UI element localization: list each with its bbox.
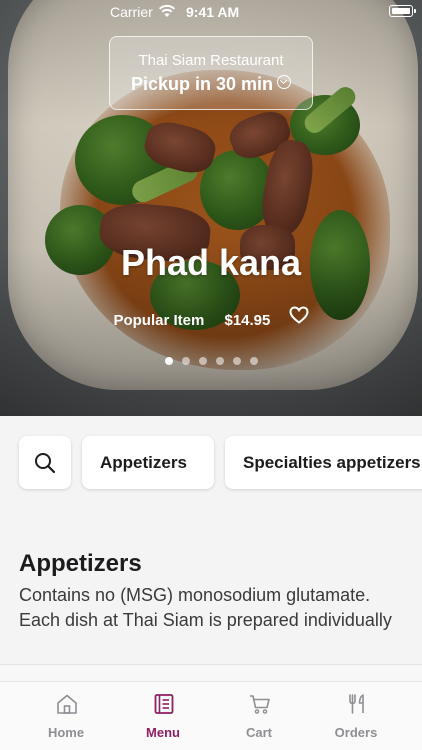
restaurant-selector[interactable]: Thai Siam Restaurant Pickup in 30 min (109, 36, 313, 110)
section-title: Appetizers (19, 550, 142, 577)
menu-book-icon (154, 694, 174, 714)
dish-price: $14.95 (224, 311, 271, 329)
carousel-dot[interactable] (249, 357, 258, 365)
category-chip-appetizers[interactable]: Appetizers (82, 436, 214, 489)
pickup-time: Pickup in 30 min (110, 74, 312, 95)
status-bar: Carrier 9:41 AM (0, 0, 422, 24)
search-button[interactable] (19, 436, 71, 489)
home-icon (57, 694, 77, 714)
search-icon (35, 453, 56, 474)
carousel-dot[interactable] (232, 357, 241, 365)
fork-knife-icon (349, 694, 364, 714)
chevron-down-circle-icon (277, 75, 292, 89)
clock-label: 9:41 AM (186, 4, 240, 20)
tab-home[interactable]: Home (18, 682, 114, 750)
pickup-time-label: Pickup in 30 min (130, 74, 274, 94)
cart-icon (250, 695, 270, 714)
carousel-dots (0, 352, 422, 370)
category-chip-specialties-appetizers[interactable]: Specialties appetizers (225, 436, 422, 489)
tab-bar: Home Menu Cart Orders (0, 682, 422, 750)
tab-orders[interactable]: Orders (308, 682, 404, 750)
battery-icon (389, 5, 416, 17)
heart-icon[interactable] (289, 306, 309, 324)
tab-orders-label: Orders (334, 725, 378, 740)
popular-badge: Popular Item (113, 311, 205, 329)
hero-banner[interactable]: Carrier 9:41 AM Thai Siam Restaurant Pic… (0, 0, 422, 416)
tab-cart[interactable]: Cart (211, 682, 307, 750)
menu-section: Appetizers Contains no (MSG) monosodium … (0, 522, 422, 664)
featured-dish-meta: Popular Item $14.95 (0, 306, 422, 329)
category-bar: Appetizers Specialties appetizers (0, 416, 422, 522)
carousel-dot[interactable] (215, 357, 224, 365)
tab-menu-label: Menu (146, 725, 180, 740)
carousel-dot[interactable] (198, 357, 207, 365)
tab-home-label: Home (47, 725, 85, 740)
carousel-dot[interactable] (164, 357, 173, 365)
carrier-label: Carrier (110, 4, 153, 20)
carousel-dot[interactable] (181, 357, 190, 365)
section-description: Contains no (MSG) monosodium glutamate. … (19, 585, 392, 630)
restaurant-name: Thai Siam Restaurant (138, 52, 284, 69)
wifi-icon (158, 4, 176, 17)
tab-menu[interactable]: Menu (115, 682, 211, 750)
section-divider (0, 664, 422, 682)
tab-cart-label: Cart (245, 725, 272, 740)
featured-dish-name: Phad kana (120, 242, 302, 283)
